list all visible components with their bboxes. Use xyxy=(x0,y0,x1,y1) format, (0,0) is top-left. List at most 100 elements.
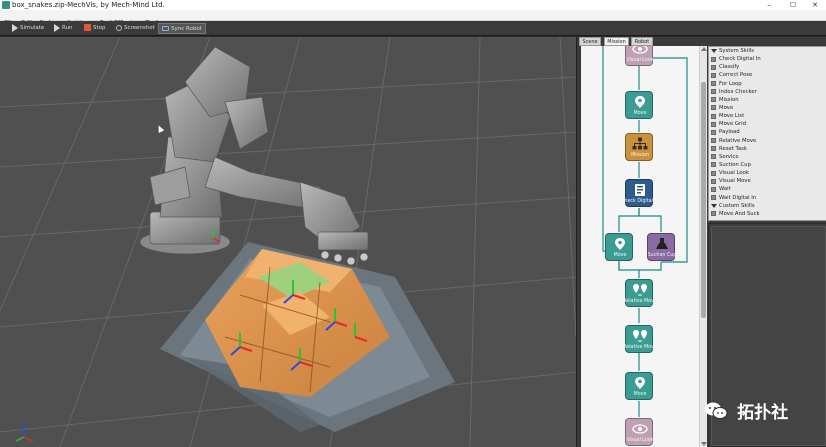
flow-node-relative-move-1[interactable]: Relative Move xyxy=(623,279,657,307)
skill-label: Check Digital In xyxy=(719,56,761,63)
run-label: Run xyxy=(62,25,73,31)
skill-label: Relative Move xyxy=(719,137,757,144)
watermark-text: 拓扑社 xyxy=(737,403,789,423)
world-axis-gizmo xyxy=(15,425,34,442)
tab-robot[interactable]: Robot xyxy=(631,37,653,46)
flow-node-visual-look-top[interactable]: Visual Look xyxy=(625,46,654,66)
flow-node-suction-cup[interactable]: Suction Cup xyxy=(647,233,676,261)
skill-icon xyxy=(711,138,716,144)
skill-relative-move[interactable]: Relative Move xyxy=(709,137,826,145)
flow-node-check-digital-in[interactable]: Check Digital In xyxy=(621,179,659,207)
skill-service[interactable]: Service xyxy=(709,153,826,161)
flow-node-move-2[interactable]: Move xyxy=(605,233,633,261)
skill-label: Classify xyxy=(719,64,740,71)
right-panel: Scene Mission Robot Visual Look Move Mis… xyxy=(576,37,826,447)
skill-for-loop[interactable]: For Loop xyxy=(709,80,826,88)
skill-label: Wait xyxy=(719,186,731,193)
flow-node-box: Move xyxy=(625,91,653,119)
skill-label: Reset Task xyxy=(719,145,747,152)
play-icon xyxy=(12,23,18,32)
flow-node-box: Mission xyxy=(625,133,653,161)
scroll-up-icon[interactable] xyxy=(701,47,707,51)
skills-group-custom[interactable]: Custom Skills xyxy=(709,202,826,210)
run-button[interactable]: Run xyxy=(54,23,73,34)
skill-icon xyxy=(711,162,716,168)
skill-icon xyxy=(711,154,716,160)
screenshot-button[interactable]: Screenshot xyxy=(116,23,155,34)
close-button[interactable]: ✕ xyxy=(808,0,822,10)
skill-visual-move[interactable]: Visual Move xyxy=(709,177,826,185)
tab-scene[interactable]: Scene xyxy=(579,37,601,46)
skills-group-system[interactable]: System Skills xyxy=(709,47,826,55)
sync-robot-button[interactable]: Sync Robot xyxy=(158,23,206,34)
flow-node-mission[interactable]: Mission xyxy=(625,133,653,161)
skill-icon xyxy=(711,97,716,103)
flow-scrollbar[interactable] xyxy=(699,46,707,447)
skill-label: Payload xyxy=(719,129,740,136)
skill-suction-cup[interactable]: Suction Cup xyxy=(709,161,826,169)
skill-icon xyxy=(711,72,716,78)
skill-classify[interactable]: Classify xyxy=(709,63,826,71)
skill-icon xyxy=(711,146,716,152)
tab-mission[interactable]: Mission xyxy=(604,37,629,46)
chevron-down-icon xyxy=(711,203,717,208)
flow-node-label: Suction Cup xyxy=(647,253,677,258)
skill-label: Service xyxy=(719,153,739,160)
skill-label: Move Grid xyxy=(719,121,747,128)
skills-library: System Skills Check Digital In Classify … xyxy=(708,46,826,221)
skill-move-grid[interactable]: Move Grid xyxy=(709,120,826,128)
skill-correct-pose[interactable]: Correct Pose xyxy=(709,71,826,79)
flow-node-label: Move xyxy=(633,392,647,397)
flow-node-box: Relative Move xyxy=(623,279,657,307)
skill-move[interactable]: Move xyxy=(709,104,826,112)
skill-move-and-suck[interactable]: Move And Suck xyxy=(709,210,826,218)
maximize-button[interactable]: ☐ xyxy=(786,0,800,10)
3d-viewport[interactable] xyxy=(0,37,576,447)
flow-node-label: Move xyxy=(613,253,627,258)
skill-label: Mission xyxy=(719,96,739,103)
flow-node-move-3[interactable]: Move xyxy=(625,372,653,400)
flow-node-box: Visual Look xyxy=(625,46,654,66)
scroll-down-icon[interactable] xyxy=(701,442,707,446)
app-icon xyxy=(2,1,10,9)
mechviz-window: box_snakes.zip-MechVis, by Mech-Mind Ltd… xyxy=(0,0,826,447)
skill-label: Wait Digital In xyxy=(719,194,757,201)
skill-reset-task[interactable]: Reset Task xyxy=(709,145,826,153)
stop-button[interactable]: Stop xyxy=(84,23,106,34)
skill-index-checker[interactable]: Index Checker xyxy=(709,88,826,96)
skill-icon xyxy=(711,195,716,201)
skill-move-list[interactable]: Move List xyxy=(709,112,826,120)
skill-label: Visual Move xyxy=(719,178,751,185)
chat-bubbles-icon xyxy=(705,402,728,419)
screenshot-label: Screenshot xyxy=(124,25,155,31)
location-pin-icon xyxy=(635,96,645,108)
flow-node-move-1[interactable]: Move xyxy=(625,91,653,119)
relative-move-icon xyxy=(633,284,647,296)
skill-check-digital-in[interactable]: Check Digital In xyxy=(709,55,826,63)
skill-icon xyxy=(711,89,716,95)
skill-payload[interactable]: Payload xyxy=(709,128,826,136)
flow-node-visual-look-bottom[interactable]: Visual Look xyxy=(625,418,654,446)
camera-icon xyxy=(116,24,122,31)
minimize-button[interactable]: – xyxy=(762,0,776,10)
mission-flow-canvas[interactable]: Visual Look Move Mission Check Digital I… xyxy=(581,46,707,447)
sync-icon xyxy=(162,26,169,31)
simulate-button[interactable]: Simulate xyxy=(12,23,44,34)
skill-wait-digital-in[interactable]: Wait Digital In xyxy=(709,194,826,202)
skill-wait[interactable]: Wait xyxy=(709,185,826,193)
skills-group-label: Custom Skills xyxy=(719,202,755,209)
scroll-thumb[interactable] xyxy=(701,82,706,318)
skill-label: Suction Cup xyxy=(719,161,751,168)
skill-mission[interactable]: Mission xyxy=(709,96,826,104)
skill-icon xyxy=(711,170,716,176)
skill-icon xyxy=(711,129,716,135)
location-pin-icon xyxy=(615,238,625,250)
flow-node-relative-move-2[interactable]: Relative Move xyxy=(623,325,657,353)
skill-visual-look[interactable]: Visual Look xyxy=(709,169,826,177)
flow-node-label: Visual Look xyxy=(626,438,654,443)
flow-node-label: Visual Look xyxy=(626,58,654,63)
flow-node-label: Move xyxy=(633,111,647,116)
skill-label: Move List xyxy=(719,113,745,120)
skill-icon xyxy=(711,81,716,87)
flow-node-box: Relative Move xyxy=(623,325,657,353)
